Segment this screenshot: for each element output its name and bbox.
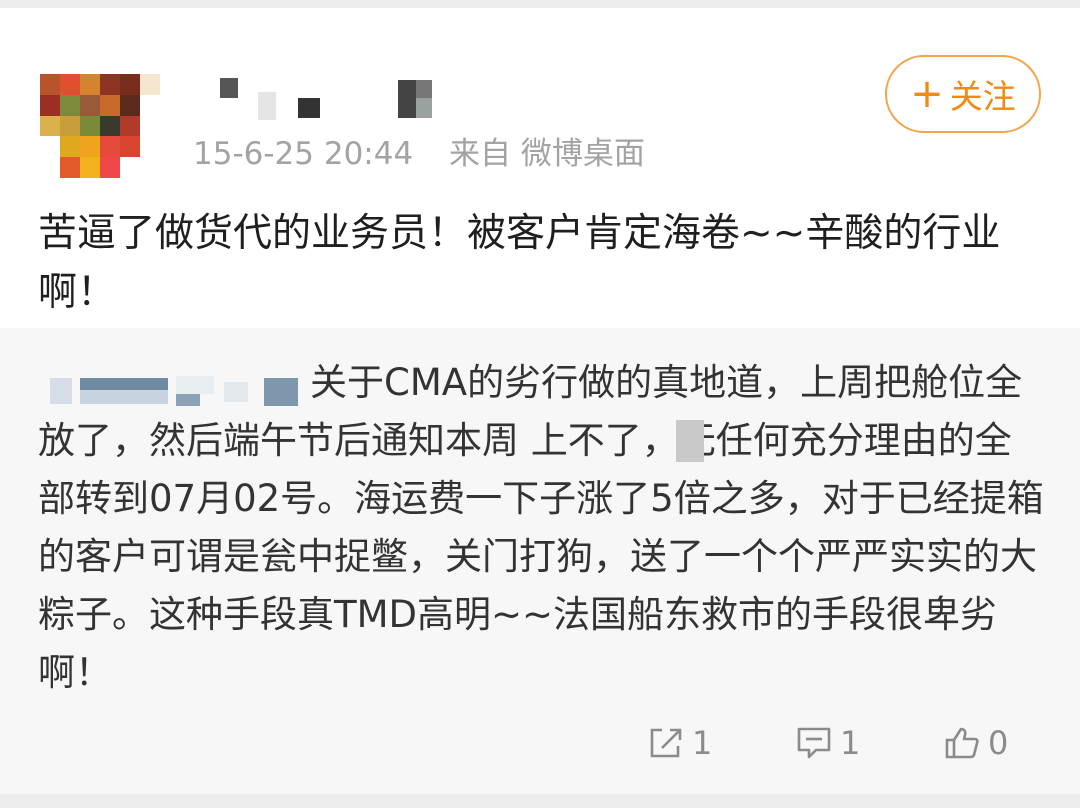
action-bar: 1 1 0 — [0, 716, 1080, 770]
repost-text-redaction — [676, 420, 704, 462]
post-text: 苦逼了做货代的业务员！被客户肯定海卷~~辛酸的行业啊！ — [38, 211, 1001, 315]
thumbs-up-icon — [945, 727, 979, 759]
avatar[interactable] — [40, 74, 160, 178]
comment-button[interactable]: 1 — [796, 716, 860, 770]
forward-icon — [650, 728, 682, 758]
post-timestamp: 15-6-25 20:44 — [193, 136, 414, 172]
like-count: 0 — [988, 724, 1009, 762]
repost-text: 关于CMA的劣行做的真地道，上周把舱位全放了，然后端午节后通知本周 上不了，无任… — [38, 361, 1044, 694]
top-separator — [0, 0, 1080, 8]
weibo-post-card: 15-6-25 20:44 来自 微博桌面 + 关注 苦逼了做货代的业务员！被客… — [0, 8, 1080, 794]
follow-button[interactable]: + 关注 — [885, 55, 1041, 133]
username-redacted[interactable] — [216, 70, 456, 120]
post-source: 来自 微博桌面 — [449, 136, 645, 172]
bottom-separator — [0, 794, 1080, 808]
like-button[interactable]: 0 — [944, 716, 1008, 770]
forward-count: 1 — [692, 724, 713, 762]
post-meta: 15-6-25 20:44 来自 微博桌面 — [193, 134, 645, 174]
forward-button[interactable]: 1 — [648, 716, 712, 770]
comment-count: 1 — [840, 724, 861, 762]
follow-button-label: 关注 — [949, 77, 1016, 116]
comment-icon — [797, 727, 831, 759]
plus-icon: + — [910, 71, 944, 117]
